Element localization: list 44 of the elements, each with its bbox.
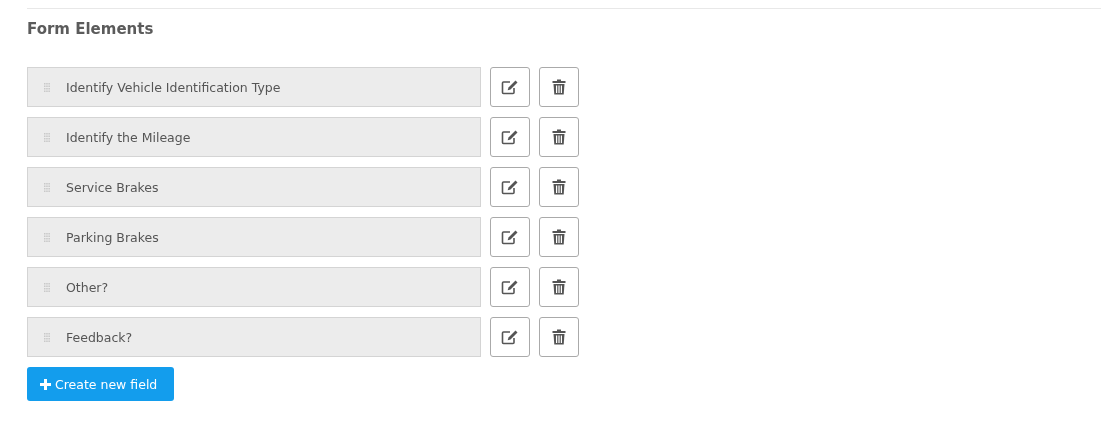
edit-button[interactable] xyxy=(490,317,530,357)
edit-button[interactable] xyxy=(490,167,530,207)
trash-icon xyxy=(552,279,566,295)
section-title: Form Elements xyxy=(27,19,155,39)
delete-button[interactable] xyxy=(539,67,579,107)
delete-button[interactable] xyxy=(539,267,579,307)
trash-icon xyxy=(552,79,566,95)
form-field-item[interactable]: Identify Vehicle Identification Type xyxy=(27,67,481,107)
form-field-item[interactable]: Other? xyxy=(27,267,481,307)
field-label: Feedback? xyxy=(66,329,133,345)
field-label: Service Brakes xyxy=(66,179,159,195)
edit-button[interactable] xyxy=(490,217,530,257)
form-field-item[interactable]: Parking Brakes xyxy=(27,217,481,257)
drag-handle-icon[interactable] xyxy=(44,182,50,192)
edit-icon xyxy=(501,229,519,245)
plus-icon xyxy=(40,378,51,390)
drag-handle-icon[interactable] xyxy=(44,282,50,292)
trash-icon xyxy=(552,329,566,345)
edit-icon xyxy=(501,279,519,295)
edit-icon xyxy=(501,129,519,145)
edit-button[interactable] xyxy=(490,67,530,107)
field-label: Identify the Mileage xyxy=(66,129,191,145)
edit-icon xyxy=(501,79,519,95)
trash-icon xyxy=(552,179,566,195)
delete-button[interactable] xyxy=(539,217,579,257)
field-label: Other? xyxy=(66,279,109,295)
drag-handle-icon[interactable] xyxy=(44,332,50,342)
delete-button[interactable] xyxy=(539,167,579,207)
drag-handle-icon[interactable] xyxy=(44,132,50,142)
edit-button[interactable] xyxy=(490,117,530,157)
edit-icon xyxy=(501,179,519,195)
trash-icon xyxy=(552,129,566,145)
edit-button[interactable] xyxy=(490,267,530,307)
field-label: Parking Brakes xyxy=(66,229,159,245)
form-field-item[interactable]: Feedback? xyxy=(27,317,481,357)
drag-handle-icon[interactable] xyxy=(44,232,50,242)
edit-icon xyxy=(501,329,519,345)
delete-button[interactable] xyxy=(539,117,579,157)
trash-icon xyxy=(552,229,566,245)
form-field-item[interactable]: Service Brakes xyxy=(27,167,481,207)
drag-handle-icon[interactable] xyxy=(44,82,50,92)
delete-button[interactable] xyxy=(539,317,579,357)
form-field-item[interactable]: Identify the Mileage xyxy=(27,117,481,157)
field-label: Identify Vehicle Identification Type xyxy=(66,79,281,95)
